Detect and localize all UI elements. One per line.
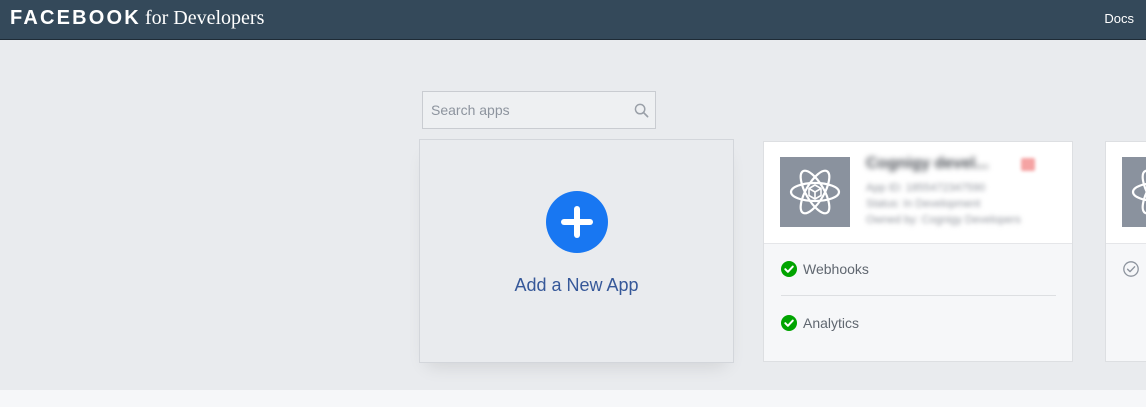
app-dashboard: Add a New App Cognigy devel... App ID: 1…: [0, 40, 1146, 390]
atom-icon: [1122, 157, 1146, 227]
app-id: App ID: 1855472347590: [866, 182, 986, 194]
app-status-badge: [1021, 158, 1035, 171]
app-card[interactable]: Cognigy devel... App ID: 1855472347590 S…: [763, 141, 1073, 362]
app-owner: Owned by: Cognigy Developers: [866, 214, 1021, 226]
plus-circle-icon[interactable]: [546, 191, 608, 253]
brand-name: FACEBOOK: [10, 7, 141, 29]
app-name[interactable]: Cognigy devel...: [866, 155, 989, 173]
divider: [781, 295, 1056, 296]
product-webhooks[interactable]: Webhooks: [781, 261, 869, 277]
product-label: Webhooks: [803, 261, 869, 277]
app-products: Webhooks Analytics: [764, 243, 1072, 361]
app-card[interactable]: [1105, 141, 1146, 362]
top-bar: FACEBOOK for Developers Docs: [0, 0, 1146, 40]
docs-link[interactable]: Docs: [1104, 11, 1134, 26]
app-status: Status: In Development: [866, 198, 981, 210]
search-box: [422, 91, 656, 129]
check-circle-icon: [781, 315, 797, 331]
search-icon[interactable]: [634, 103, 649, 118]
product-analytics[interactable]: Analytics: [781, 315, 859, 331]
add-new-app-card[interactable]: Add a New App: [419, 139, 734, 363]
product-label: Analytics: [803, 315, 860, 331]
check-circle-icon: [781, 261, 797, 277]
search-input[interactable]: [423, 92, 631, 128]
add-new-app-label[interactable]: Add a New App: [420, 275, 733, 296]
app-products: [1106, 243, 1146, 361]
atom-icon: [780, 157, 850, 227]
brand-suffix: for Developers: [144, 7, 265, 29]
brand-logo[interactable]: FACEBOOK for Developers: [10, 7, 264, 30]
check-outline-icon: [1123, 261, 1139, 277]
